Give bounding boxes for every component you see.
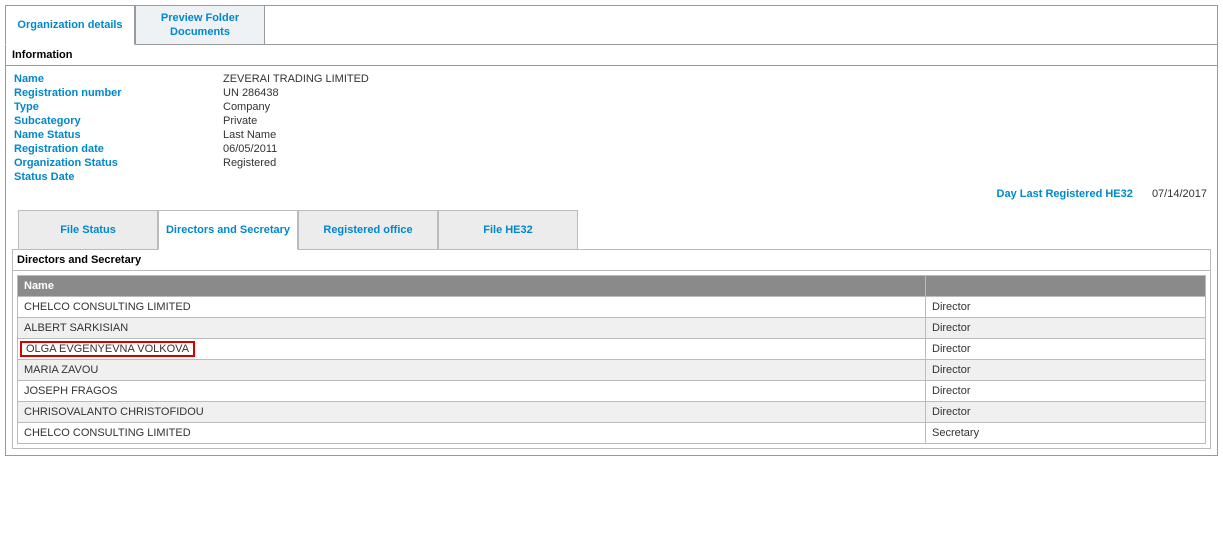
table-row: CHRISOVALANTO CHRISTOFIDOUDirector <box>18 402 1206 423</box>
tab-label: Directors and Secretary <box>166 223 290 237</box>
type-label: Type <box>8 101 223 113</box>
row-organization-status: Organization Status Registered <box>8 156 1215 170</box>
name-label: Name <box>8 73 223 85</box>
name-status-label: Name Status <box>8 129 223 141</box>
cell-role: Director <box>926 318 1206 339</box>
cell-name: CHELCO CONSULTING LIMITED <box>18 297 926 318</box>
subcategory-value: Private <box>223 115 257 127</box>
row-registration-number: Registration number UN 286438 <box>8 86 1215 100</box>
cell-role: Director <box>926 360 1206 381</box>
he32-label: Day Last Registered HE32 <box>997 188 1133 200</box>
row-subcategory: Subcategory Private <box>8 114 1215 128</box>
he32-row: Day Last Registered HE32 07/14/2017 <box>6 184 1217 210</box>
tab-preview-folder-documents[interactable]: Preview Folder Documents <box>135 5 265 45</box>
directors-table-wrap: Name CHELCO CONSULTING LIMITEDDirectorAL… <box>12 271 1211 449</box>
tab-directors-secretary[interactable]: Directors and Secretary <box>158 210 298 250</box>
information-panel: Information Name ZEVERAI TRADING LIMITED… <box>6 44 1217 449</box>
tab-registered-office[interactable]: Registered office <box>298 210 438 250</box>
registration-number-value: UN 286438 <box>223 87 279 99</box>
organization-status-label: Organization Status <box>8 157 223 169</box>
table-header-row: Name <box>18 276 1206 297</box>
sub-panel: File Status Directors and Secretary Regi… <box>12 210 1211 449</box>
cell-name: ALBERT SARKISIAN <box>18 318 926 339</box>
table-row: CHELCO CONSULTING LIMITEDDirector <box>18 297 1206 318</box>
row-registration-date: Registration date 06/05/2011 <box>8 142 1215 156</box>
tab-label: Preview Folder Documents <box>146 11 254 40</box>
organization-status-value: Registered <box>223 157 276 169</box>
registration-number-label: Registration number <box>8 87 223 99</box>
table-row: MARIA ZAVOUDirector <box>18 360 1206 381</box>
top-tabs: Organization details Preview Folder Docu… <box>5 5 1217 45</box>
cell-role: Secretary <box>926 423 1206 444</box>
table-row: JOSEPH FRAGOSDirector <box>18 381 1206 402</box>
tab-label: File HE32 <box>483 223 533 237</box>
highlighted-name: OLGA EVGENYEVNA VOLKOVA <box>20 341 195 357</box>
cell-name: MARIA ZAVOU <box>18 360 926 381</box>
sub-tabs: File Status Directors and Secretary Regi… <box>18 210 1211 249</box>
information-title: Information <box>6 45 1217 66</box>
he32-date: 07/14/2017 <box>1152 188 1207 200</box>
cell-name: CHELCO CONSULTING LIMITED <box>18 423 926 444</box>
tab-file-status[interactable]: File Status <box>18 210 158 250</box>
tab-label: Organization details <box>17 18 122 32</box>
row-name-status: Name Status Last Name <box>8 128 1215 142</box>
tab-organization-details[interactable]: Organization details <box>5 5 135 45</box>
header-name: Name <box>18 276 926 297</box>
row-type: Type Company <box>8 100 1215 114</box>
info-grid: Name ZEVERAI TRADING LIMITED Registratio… <box>6 66 1217 184</box>
status-date-label: Status Date <box>8 171 223 183</box>
cell-role: Director <box>926 402 1206 423</box>
cell-name: CHRISOVALANTO CHRISTOFIDOU <box>18 402 926 423</box>
cell-name: OLGA EVGENYEVNA VOLKOVA <box>18 339 926 360</box>
registration-date-label: Registration date <box>8 143 223 155</box>
cell-name: JOSEPH FRAGOS <box>18 381 926 402</box>
directors-secretary-title: Directors and Secretary <box>12 249 1211 271</box>
type-value: Company <box>223 101 270 113</box>
tab-label: Registered office <box>323 223 412 237</box>
directors-table: Name CHELCO CONSULTING LIMITEDDirectorAL… <box>17 275 1206 444</box>
organization-panel: Organization details Preview Folder Docu… <box>5 5 1218 456</box>
subcategory-label: Subcategory <box>8 115 223 127</box>
table-row: ALBERT SARKISIANDirector <box>18 318 1206 339</box>
row-name: Name ZEVERAI TRADING LIMITED <box>8 72 1215 86</box>
registration-date-value: 06/05/2011 <box>223 143 277 155</box>
row-status-date: Status Date <box>8 170 1215 184</box>
header-role <box>926 276 1206 297</box>
table-row: OLGA EVGENYEVNA VOLKOVA Director <box>18 339 1206 360</box>
tab-file-he32[interactable]: File HE32 <box>438 210 578 250</box>
name-value: ZEVERAI TRADING LIMITED <box>223 73 369 85</box>
cell-role: Director <box>926 297 1206 318</box>
table-row: CHELCO CONSULTING LIMITEDSecretary <box>18 423 1206 444</box>
cell-role: Director <box>926 339 1206 360</box>
cell-role: Director <box>926 381 1206 402</box>
name-status-value: Last Name <box>223 129 276 141</box>
tab-label: File Status <box>60 223 116 237</box>
